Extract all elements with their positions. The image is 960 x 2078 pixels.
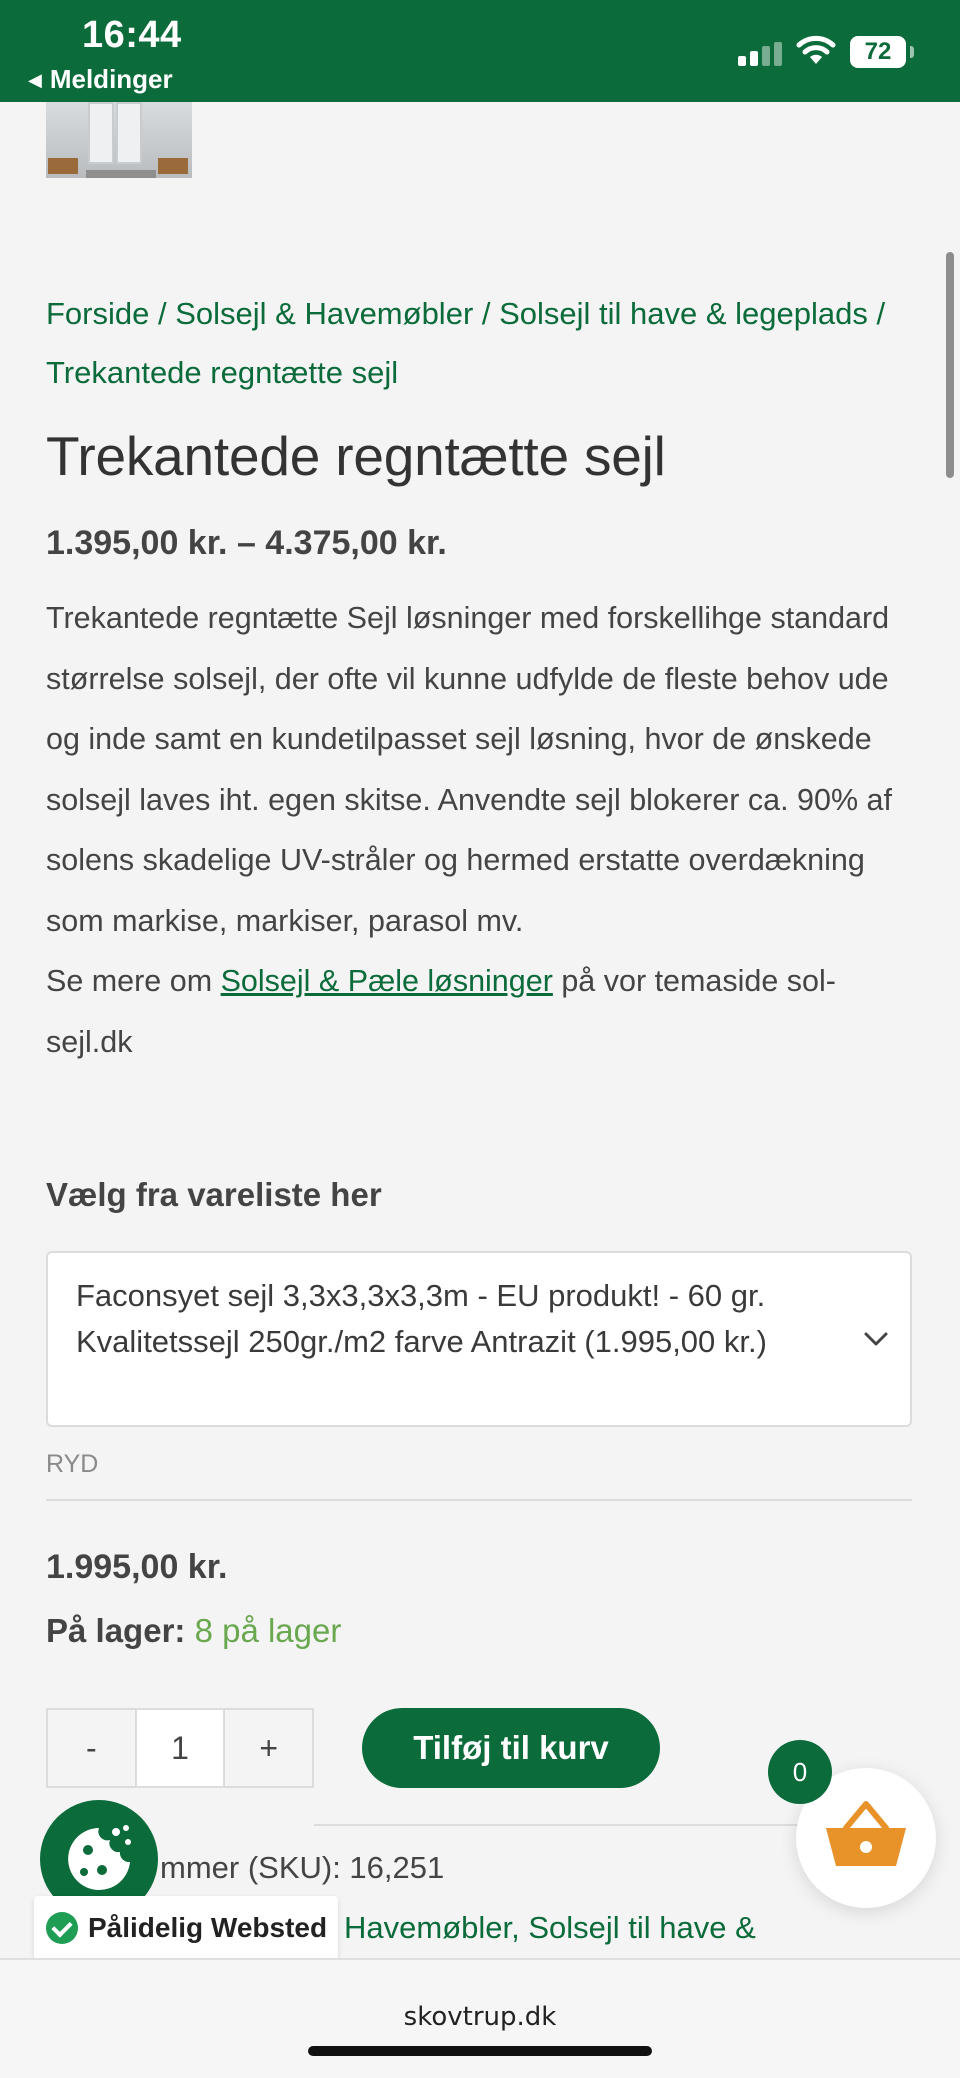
stock-label: På lager: — [46, 1612, 186, 1649]
battery-indicator: 72 — [850, 36, 914, 68]
back-to-app-button[interactable]: ◀ Meldinger — [28, 64, 173, 95]
product-categories[interactable]: Havemøbler, Solsejl til have & — [344, 1910, 960, 1946]
status-bar: 16:44 ◀ Meldinger 72 — [0, 0, 960, 102]
browser-address-bar[interactable]: skovtrup.dk — [0, 1958, 960, 2078]
product-description: Trekantede regntætte Sejl løsninger med … — [46, 588, 908, 1072]
trusted-site-badge[interactable]: Pålidelig Websted — [34, 1896, 338, 1960]
stock-value: 8 på lager — [194, 1612, 342, 1649]
variant-select-label: Vælg fra vareliste her — [46, 1176, 382, 1213]
cart-count-badge: 0 — [768, 1740, 832, 1804]
breadcrumb-item-solsejl-havemobler[interactable]: Solsejl & Havemøbler — [175, 296, 473, 331]
url-text[interactable]: skovtrup.dk — [0, 2002, 960, 2032]
product-thumbnail-image[interactable] — [46, 102, 192, 178]
description-more-prefix: Se mere om — [46, 964, 221, 998]
breadcrumb: Forside / Solsejl & Havemøbler / Solsejl… — [46, 284, 916, 402]
variant-select[interactable]: Faconsyet sejl 3,3x3,3x3,3m - EU produkt… — [46, 1251, 912, 1427]
page-scrollbar[interactable] — [946, 252, 954, 478]
home-indicator[interactable] — [308, 2046, 652, 2056]
cellular-signal-icon — [738, 42, 784, 66]
reset-variant-link[interactable]: RYD — [46, 1450, 916, 1479]
add-to-cart-button[interactable]: Tilføj til kurv — [362, 1708, 660, 1788]
page-title: Trekantede regntætte sejl — [46, 425, 666, 487]
quantity-increase-button[interactable]: + — [225, 1710, 312, 1786]
back-triangle-icon: ◀ — [28, 70, 42, 90]
quantity-decrease-button[interactable]: - — [48, 1710, 135, 1786]
wifi-icon — [796, 35, 836, 64]
breadcrumb-item-home[interactable]: Forside — [46, 296, 149, 331]
breadcrumb-separator: / — [473, 296, 500, 331]
breadcrumb-separator: / — [867, 296, 886, 331]
breadcrumb-item-current: Trekantede regntætte sejl — [46, 355, 399, 390]
trusted-site-label: Pålidelig Websted — [88, 1912, 328, 1943]
selected-variant-text: Faconsyet sejl 3,3x3,3x3,3m - EU produkt… — [76, 1278, 767, 1359]
divider — [46, 1499, 912, 1501]
breadcrumb-item-solsejl-til-have[interactable]: Solsejl til have & legeplads — [499, 296, 868, 331]
stock-status: På lager: 8 på lager — [46, 1612, 916, 1650]
description-text: Trekantede regntætte Sejl løsninger med … — [46, 601, 892, 938]
price-range: 1.395,00 kr. – 4.375,00 kr. — [46, 524, 447, 562]
quantity-input[interactable]: 1 — [134, 1710, 226, 1786]
status-time: 16:44 — [82, 14, 182, 56]
chevron-down-icon — [864, 1332, 888, 1346]
back-label: Meldinger — [49, 64, 173, 94]
quantity-stepper: - 1 + — [46, 1708, 314, 1788]
variant-price: 1.995,00 kr. — [46, 1548, 228, 1586]
solsejl-paele-link[interactable]: Solsejl & Pæle løsninger — [221, 964, 553, 998]
breadcrumb-separator: / — [149, 296, 176, 331]
check-circle-icon — [46, 1912, 78, 1944]
